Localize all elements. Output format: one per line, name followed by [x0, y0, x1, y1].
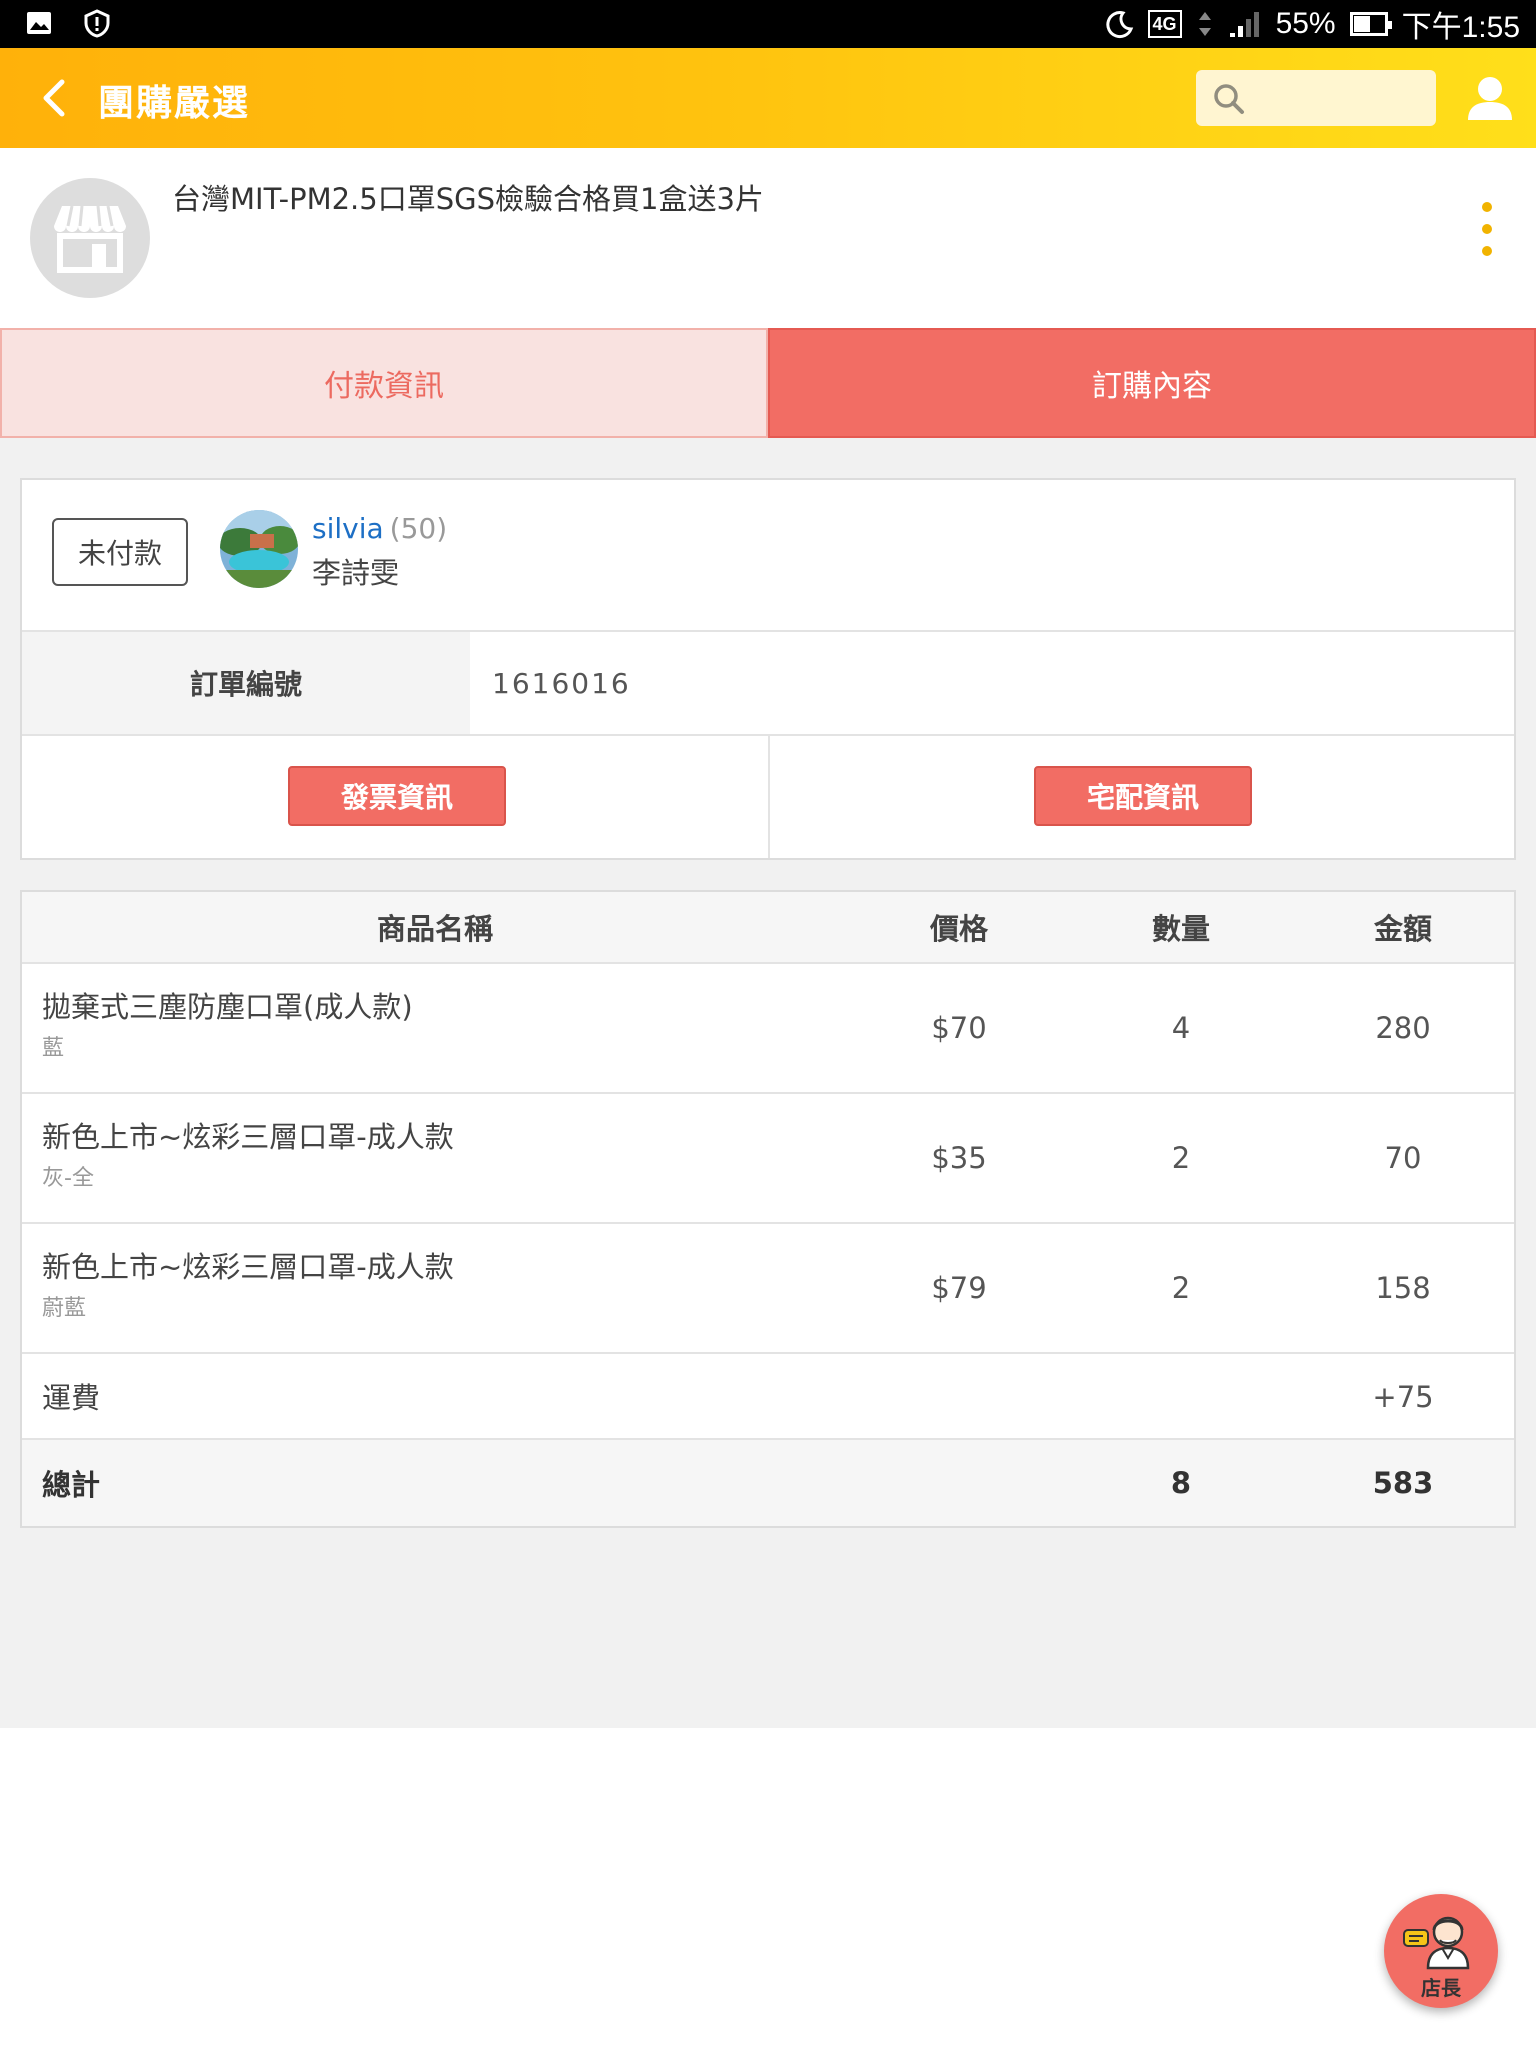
product-name: 新色上市~炫彩三層口罩-成人款 — [42, 1120, 454, 1154]
total-amount: 583 — [1372, 1466, 1434, 1500]
content-area: 未付款 silvia (50) 李詩雯 訂單編號 1616016 發票資訊 宅配資… — [0, 438, 1536, 1728]
storefront-icon — [54, 205, 126, 273]
app-bar: 團購嚴選 — [0, 48, 1536, 148]
battery-percent: 55% — [1275, 7, 1336, 40]
buyer-username[interactable]: silvia (50) — [312, 512, 447, 545]
info-buttons-row: 發票資訊 宅配資訊 — [22, 736, 1514, 858]
product-amount: 70 — [1384, 1141, 1422, 1175]
network-type: 4G — [1147, 10, 1182, 38]
buyer-avatar[interactable] — [220, 510, 298, 588]
data-arrows-icon — [1198, 12, 1211, 36]
shipping-amount: +75 — [1372, 1380, 1434, 1414]
order-number-label: 訂單編號 — [22, 632, 470, 734]
shipping-row: 運費 +75 — [22, 1354, 1514, 1440]
store-manager-icon — [1403, 1916, 1470, 1970]
store-manager-chat-button[interactable]: 店長 — [1384, 1894, 1498, 2008]
shop-header: 台灣MIT-PM2.5口罩SGS檢驗合格買1盒送3片 — [0, 148, 1536, 328]
total-quantity: 8 — [1170, 1466, 1192, 1500]
tab-bar: 付款資訊 訂購內容 — [0, 328, 1536, 438]
payment-status-badge[interactable]: 未付款 — [52, 518, 188, 586]
moon-icon — [1105, 11, 1133, 39]
search-icon — [1214, 84, 1244, 114]
tab-order-content[interactable]: 訂購內容 — [768, 328, 1536, 438]
more-options-icon[interactable] — [1472, 202, 1502, 262]
signal-icon — [1229, 12, 1259, 37]
buyer-rating-count: (50) — [389, 512, 448, 545]
product-variant: 藍 — [42, 1036, 65, 1061]
product-variant: 蔚藍 — [42, 1296, 87, 1321]
table-row: 新色上市~炫彩三層口罩-成人款 蔚藍 $79 2 158 — [22, 1224, 1514, 1354]
product-quantity: 4 — [1171, 1011, 1191, 1045]
table-row: 新色上市~炫彩三層口罩-成人款 灰-全 $35 2 70 — [22, 1094, 1514, 1224]
header-product-name: 商品名稱 — [376, 912, 493, 946]
table-row: 拋棄式三塵防塵口罩(成人款) 藍 $70 4 280 — [22, 964, 1514, 1094]
order-number-row: 訂單編號 1616016 — [22, 630, 1514, 736]
product-amount: 158 — [1375, 1271, 1431, 1305]
clock: 下午1:55 — [1401, 11, 1520, 44]
shipping-label: 運費 — [42, 1381, 101, 1415]
product-price: $35 — [931, 1141, 987, 1175]
fab-label: 店長 — [1421, 1976, 1461, 2000]
shop-avatar[interactable] — [30, 178, 150, 298]
product-name: 拋棄式三塵防塵口罩(成人款) — [42, 990, 413, 1024]
header-amount: 金額 — [1373, 912, 1432, 946]
product-quantity: 2 — [1171, 1271, 1191, 1305]
product-quantity: 2 — [1171, 1141, 1191, 1175]
order-items-table: 商品名稱 價格 數量 金額 拋棄式三塵防塵口罩(成人款) 藍 $70 4 280… — [20, 890, 1516, 1528]
app-title: 團購嚴選 — [98, 83, 251, 124]
shop-title: 台灣MIT-PM2.5口罩SGS檢驗合格買1盒送3片 — [172, 182, 764, 216]
battery-icon — [1349, 12, 1392, 36]
invoice-info-button[interactable]: 發票資訊 — [288, 766, 506, 826]
product-variant: 灰-全 — [42, 1166, 94, 1191]
user-icon[interactable] — [1462, 70, 1518, 126]
buyer-real-name: 李詩雯 — [312, 556, 400, 590]
search-input[interactable] — [1258, 78, 1426, 118]
order-card: 未付款 silvia (50) 李詩雯 訂單編號 1616016 發票資訊 宅配資… — [20, 478, 1516, 860]
status-bar: 4G 55% 下午1:55 — [0, 0, 1536, 48]
total-row: 總計 8 583 — [22, 1440, 1514, 1526]
product-amount: 280 — [1375, 1011, 1431, 1045]
image-notification-icon — [27, 12, 51, 34]
delivery-info-button[interactable]: 宅配資訊 — [1034, 766, 1252, 826]
search-box[interactable] — [1196, 70, 1436, 126]
header-quantity: 數量 — [1151, 912, 1210, 946]
table-header: 商品名稱 價格 數量 金額 — [22, 892, 1514, 964]
product-price: $70 — [931, 1011, 987, 1045]
header-price: 價格 — [929, 912, 988, 946]
tab-payment-info[interactable]: 付款資訊 — [0, 328, 768, 438]
back-arrow-icon[interactable] — [28, 70, 84, 126]
shield-notification-icon — [84, 9, 110, 38]
divider — [768, 736, 770, 858]
total-label: 總計 — [42, 1468, 101, 1502]
product-price: $79 — [931, 1271, 987, 1305]
product-name: 新色上市~炫彩三層口罩-成人款 — [42, 1250, 454, 1284]
order-number-value: 1616016 — [492, 666, 631, 700]
buyer-username-text[interactable]: silvia — [312, 512, 384, 545]
